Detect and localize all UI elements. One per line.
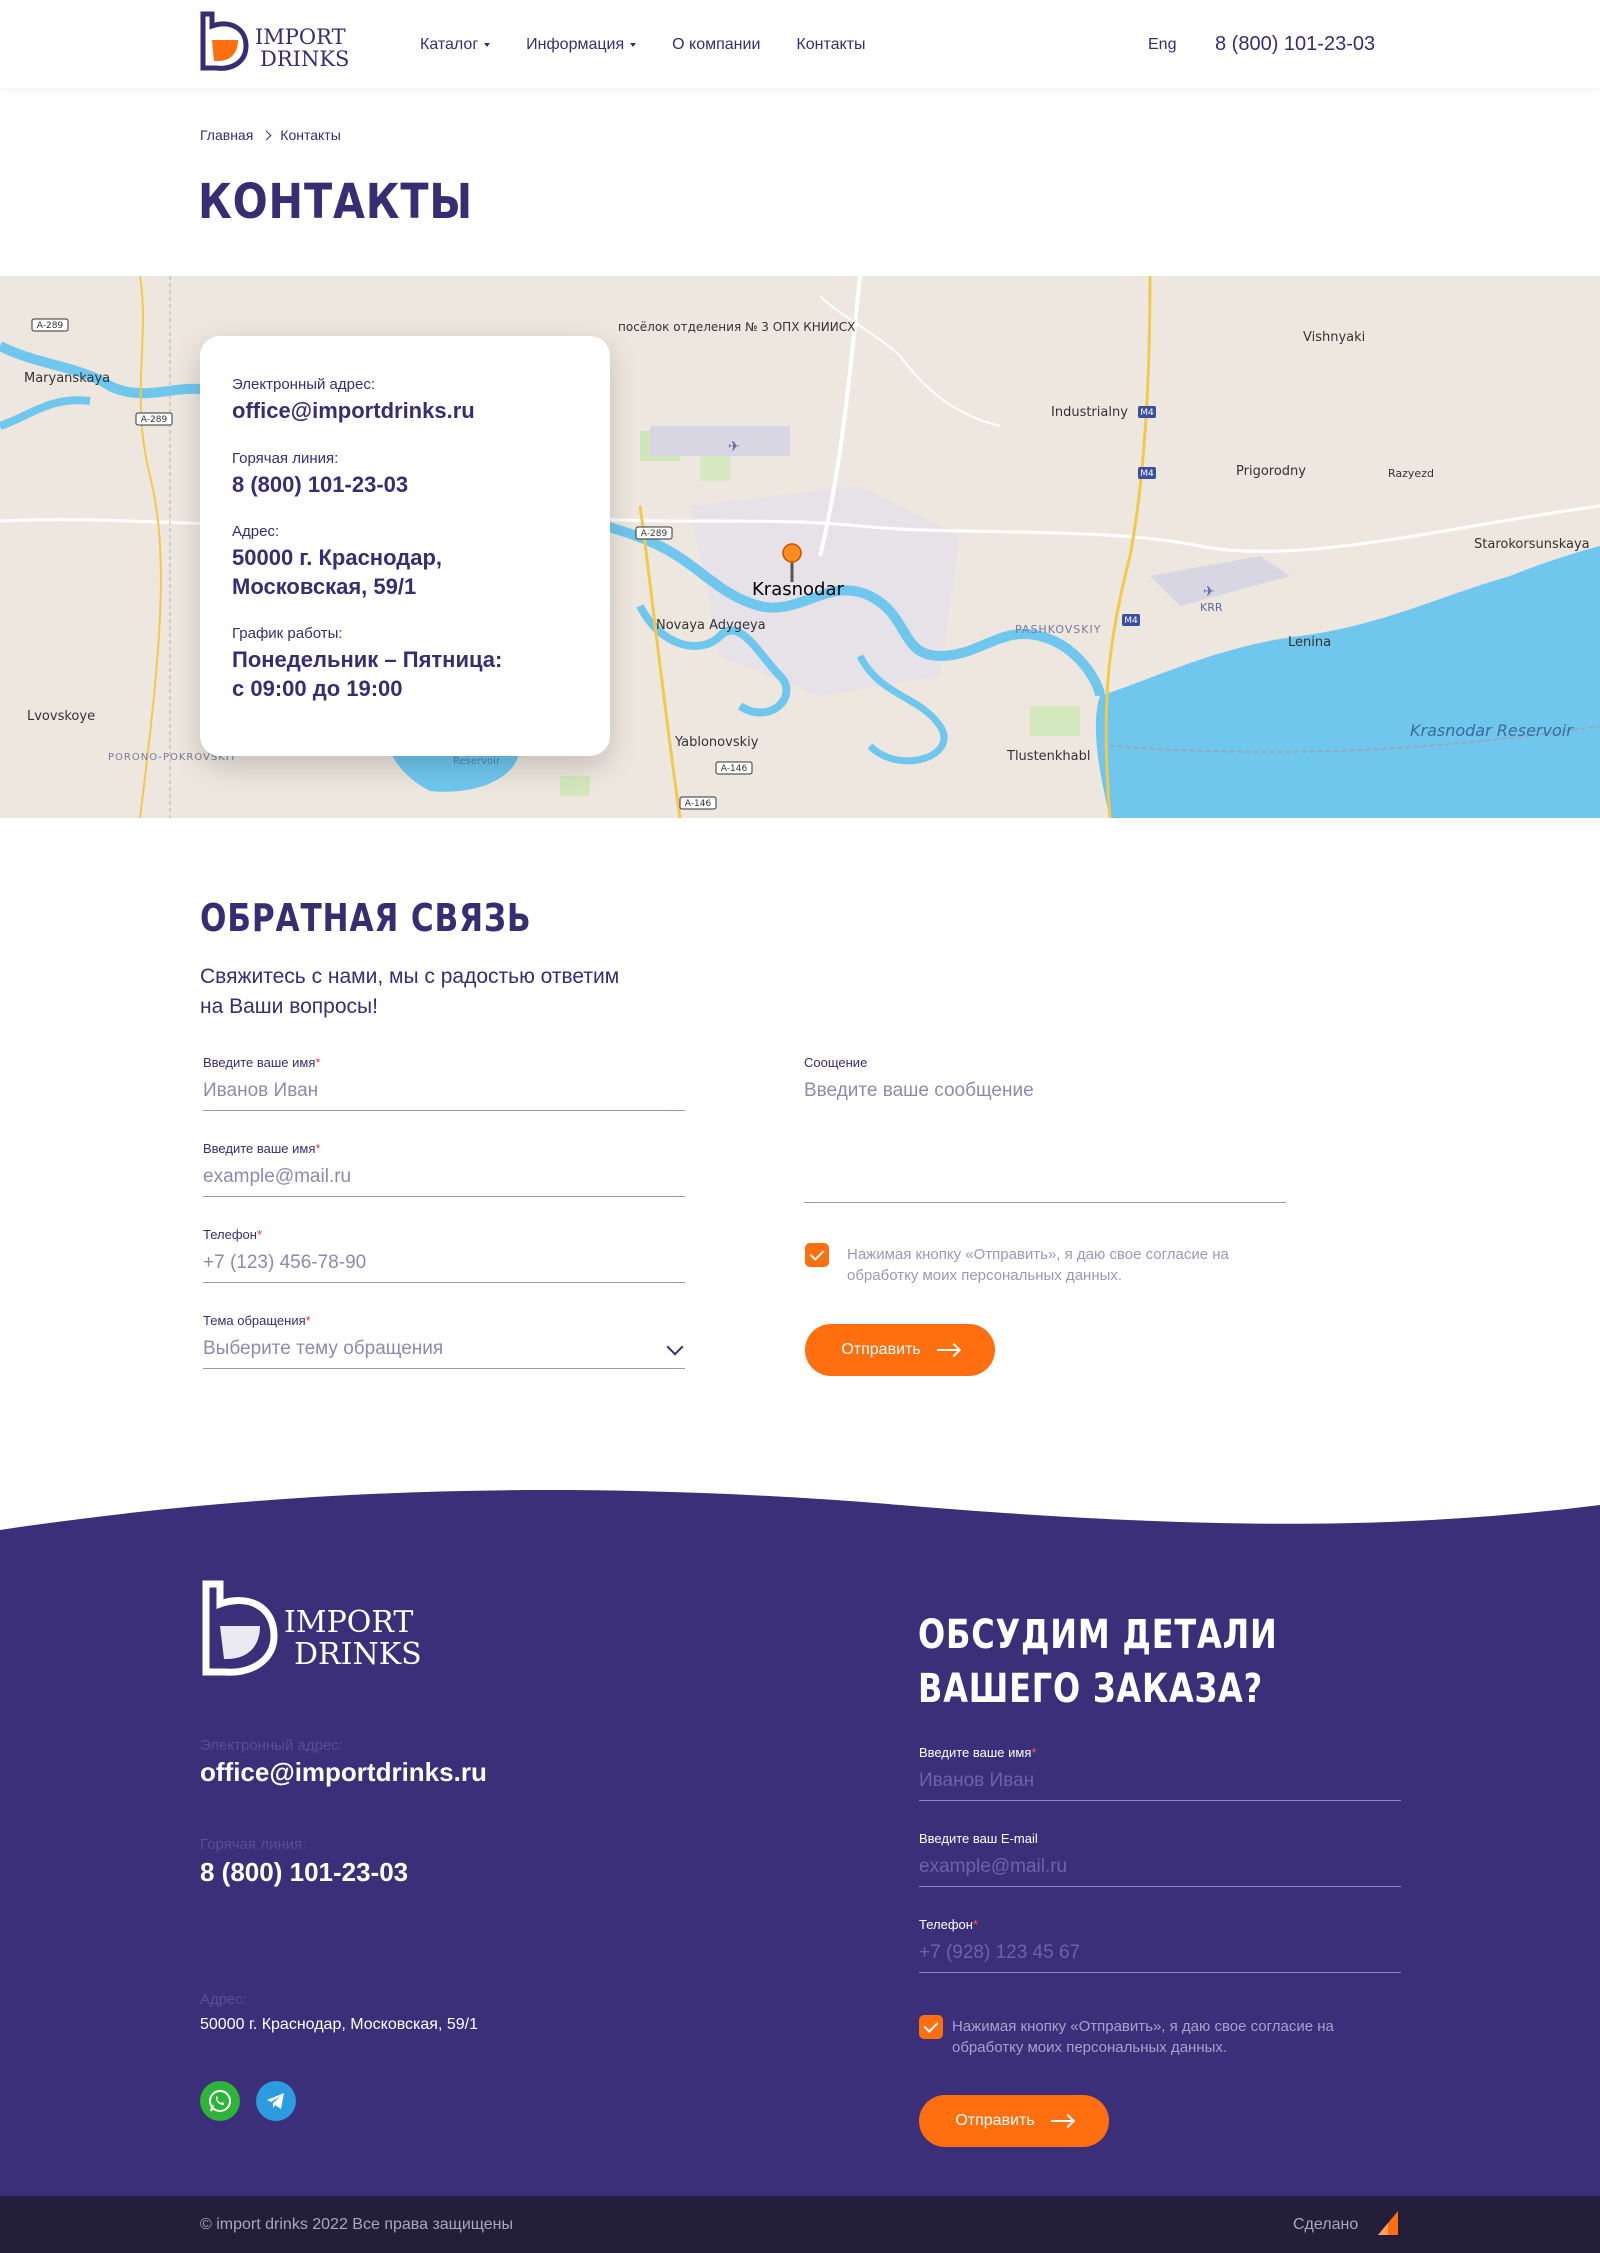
svg-text:A-289: A-289 <box>641 529 668 539</box>
map-label: Krasnodar <box>752 579 844 600</box>
road-shield: A-146 <box>715 761 753 775</box>
map-label: Reservoir <box>453 756 501 767</box>
map[interactable]: A-289 A-289 A-289 M4 M4 M4 A-146 A-146 M… <box>0 276 1600 818</box>
import-drinks-logo[interactable]: IMPORT DRINKS <box>200 10 360 72</box>
chevron-right-icon <box>261 130 272 140</box>
breadcrumb-current: Контакты <box>280 127 341 143</box>
svg-text:IMPORT: IMPORT <box>255 25 346 49</box>
footer-form-title: Обсудим детали вашего заказа? <box>918 1612 1278 1712</box>
footer-email-field[interactable]: Введите ваш E-mail example@mail.ru <box>919 1831 1401 1887</box>
svg-text:M4: M4 <box>1140 469 1154 479</box>
card-hotline-label: Горячая линия: <box>232 449 339 467</box>
map-label: Lvovskoye <box>27 709 95 724</box>
footer-consent-text: Нажимая кнопку «Отправить», я даю свое с… <box>952 2018 1334 2056</box>
developer-logo-icon[interactable] <box>1376 2209 1400 2237</box>
map-label: Novaya Adygeya <box>656 618 766 633</box>
whatsapp-icon[interactable] <box>200 2081 240 2121</box>
card-email-label: Электронный адрес: <box>232 376 376 393</box>
svg-text:A-289: A-289 <box>141 415 168 425</box>
svg-text:A-146: A-146 <box>685 799 712 809</box>
airport-icon: ✈ <box>1203 584 1215 600</box>
map-label: Starokorsunskaya <box>1474 537 1590 552</box>
road-shield: M4 <box>1138 406 1156 418</box>
card-hotline[interactable]: 8 (800) 101-23-03 <box>232 471 578 500</box>
footer-email[interactable]: office@importdrinks.ru <box>200 1757 487 1788</box>
language-switch[interactable]: Eng <box>1148 36 1176 54</box>
footer-submit-button[interactable]: Отправить <box>919 2095 1109 2147</box>
footer-logo[interactable]: IMPORT DRINKS <box>200 1578 430 1678</box>
nav-catalog[interactable]: Каталог <box>420 36 491 54</box>
caret-down-icon <box>630 42 637 47</box>
caret-down-icon <box>484 42 491 47</box>
breadcrumb-home[interactable]: Главная <box>200 127 253 143</box>
card-schedule-label: График работы: <box>232 625 343 643</box>
name-field[interactable]: Введите ваше имя* Иванов Иван <box>203 1055 685 1111</box>
map-label: KRR <box>1200 601 1223 614</box>
svg-text:A-289: A-289 <box>37 321 64 331</box>
email-field[interactable]: Введите ваше имя* example@mail.ru <box>203 1141 685 1197</box>
map-label: Yablonovskiy <box>674 735 759 750</box>
svg-text:DRINKS: DRINKS <box>260 47 349 71</box>
footer-address: 50000 г. Краснодар, Московская, 59/1 <box>200 2016 478 2033</box>
map-label: Maryanskaya <box>24 371 110 386</box>
card-email[interactable]: office@importdrinks.ru <box>232 397 578 426</box>
telegram-icon[interactable] <box>256 2081 296 2121</box>
footer-email-label: Электронный адрес: <box>200 1737 344 1754</box>
phone-field[interactable]: Телефон* +7 (123) 456-78-90 <box>203 1227 685 1283</box>
map-label: Lenina <box>1288 635 1331 650</box>
consent-text: Нажимая кнопку «Отправить», я даю свое с… <box>847 1246 1229 1284</box>
road-shield: M4 <box>1122 614 1140 626</box>
airport-icon: ✈ <box>728 439 740 455</box>
main-nav: Каталог Информация О компании Контакты <box>420 36 902 54</box>
bottom-bar: © import drinks 2022 Все права защищены … <box>0 2196 1600 2253</box>
card-address-label: Адрес: <box>232 523 280 541</box>
feedback-subtitle: Свяжитесь с нами, мы с радостью ответим … <box>200 965 620 1018</box>
nav-contacts[interactable]: Контакты <box>796 36 865 54</box>
map-label: Razyezd <box>1388 467 1434 480</box>
footer-name-field[interactable]: Введите ваше имя* Иванов Иван <box>919 1745 1401 1801</box>
road-shield: A-146 <box>679 796 717 810</box>
road-shield: M4 <box>1138 467 1156 479</box>
svg-text:M4: M4 <box>1140 408 1154 418</box>
footer-hotline-label: Горячая линия: <box>200 1836 307 1853</box>
road-shield: A-289 <box>635 526 673 540</box>
page-title: Контакты <box>198 174 474 230</box>
map-label: PASHKOVSKIY <box>1015 623 1101 636</box>
footer-phone-field[interactable]: Телефон* +7 (928) 123 45 67 <box>919 1917 1401 1973</box>
site-header: IMPORT DRINKS Каталог Информация О компа… <box>0 0 1600 88</box>
map-label: Krasnodar Reservoir <box>1410 721 1574 740</box>
map-label: посёлок отделения № 3 ОПХ КНИИСХ <box>618 320 855 334</box>
made-by-label: Сделано <box>1293 2216 1359 2233</box>
map-label: Prigorodny <box>1236 464 1306 479</box>
svg-text:M4: M4 <box>1124 616 1138 626</box>
svg-text:DRINKS: DRINKS <box>294 1637 422 1672</box>
svg-text:A-146: A-146 <box>721 764 748 774</box>
svg-text:IMPORT: IMPORT <box>284 1605 413 1640</box>
header-phone[interactable]: 8 (800) 101-23-03 <box>1215 33 1375 56</box>
consent-checkbox[interactable] <box>805 1243 829 1267</box>
feedback-title: Обратная связь <box>200 896 532 940</box>
footer-address-label: Адрес: <box>200 1991 248 2008</box>
card-address: 50000 г. Краснодар, Московская, 59/1 <box>232 545 442 599</box>
copyright: © import drinks 2022 Все права защищены <box>200 2216 513 2233</box>
card-schedule: Понедельник – Пятница: с 09:00 до 19:00 <box>232 647 503 701</box>
message-field[interactable]: Соощение Введите ваше сообщение <box>804 1055 1286 1203</box>
map-label: Vishnyaki <box>1303 330 1365 345</box>
arrow-right-icon <box>1050 2120 1073 2122</box>
submit-button[interactable]: Отправить <box>805 1324 995 1376</box>
nav-info[interactable]: Информация <box>526 36 637 54</box>
contact-card: Электронный адрес: office@importdrinks.r… <box>200 336 610 756</box>
nav-about[interactable]: О компании <box>672 36 760 54</box>
breadcrumb: Главная Контакты <box>200 127 341 143</box>
footer-consent-checkbox[interactable] <box>919 2015 943 2039</box>
arrow-right-icon <box>936 1349 959 1351</box>
topic-select[interactable]: Тема обращения* Выберите тему обращения <box>203 1313 685 1369</box>
map-label: Industrialny <box>1051 405 1128 420</box>
road-shield: A-289 <box>135 412 173 426</box>
road-shield: A-289 <box>31 318 69 332</box>
map-label: Tlustenkhabl <box>1006 749 1091 764</box>
footer-hotline[interactable]: 8 (800) 101-23-03 <box>200 1857 408 1888</box>
